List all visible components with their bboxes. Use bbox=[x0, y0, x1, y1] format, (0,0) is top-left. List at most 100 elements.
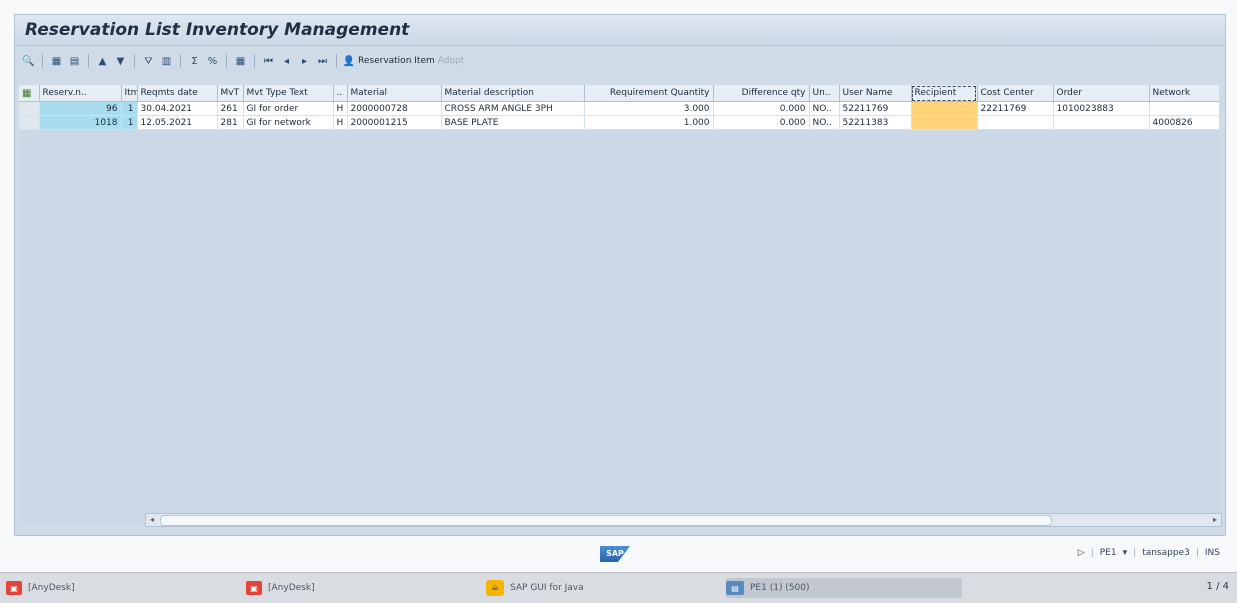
taskbar-item-sap-gui[interactable]: ☕ SAP GUI for Java bbox=[486, 578, 584, 598]
taskbar: ▣ [AnyDesk] ▣ [AnyDesk] ☕ SAP GUI for Ja… bbox=[0, 572, 1237, 603]
sort-descending-icon[interactable]: ▼ bbox=[113, 54, 128, 68]
scroll-right-icon[interactable]: ▸ bbox=[1209, 514, 1221, 526]
recipient-input[interactable] bbox=[911, 115, 978, 130]
details-icon[interactable]: 🔍 bbox=[21, 54, 36, 68]
column-header[interactable]: Mvt Type Text bbox=[243, 85, 334, 102]
column-header[interactable]: Material bbox=[347, 85, 442, 102]
deselect-all-icon[interactable]: ▤ bbox=[67, 54, 82, 68]
previous-page-icon[interactable]: ◂ bbox=[279, 54, 294, 68]
next-page-icon[interactable]: ▸ bbox=[297, 54, 312, 68]
taskbar-item-label: [AnyDesk] bbox=[268, 583, 315, 593]
title-bar: Reservation List Inventory Management bbox=[15, 15, 1225, 46]
scroll-left-icon[interactable]: ◂ bbox=[146, 514, 158, 526]
column-header[interactable]: Difference qty bbox=[713, 85, 810, 102]
status-separator: | bbox=[1195, 548, 1199, 558]
adopt-button[interactable]: Adopt bbox=[438, 56, 464, 66]
column-header[interactable]: .. bbox=[333, 85, 348, 102]
adopt-label: Adopt bbox=[437, 56, 465, 66]
table-row[interactable]: 1018 1 12.05.2021 281 GI for network H 2… bbox=[19, 115, 1219, 130]
toolbar-separator bbox=[180, 54, 181, 68]
table-settings-icon: ▦ bbox=[22, 87, 32, 99]
reservation-table: ▦ Reserv.n.. Itm Reqmts date MvT Mvt Typ… bbox=[19, 85, 1219, 130]
layout-icon[interactable]: ▦ bbox=[233, 54, 248, 68]
system-name: PE1 bbox=[1099, 548, 1117, 558]
column-header[interactable]: Network bbox=[1149, 85, 1219, 102]
table-cell[interactable] bbox=[1149, 101, 1219, 116]
taskbar-item-label: SAP GUI for Java bbox=[510, 583, 584, 593]
status-separator: | bbox=[1090, 548, 1094, 558]
table-cell[interactable]: NO.. bbox=[809, 101, 840, 116]
status-separator: | bbox=[1133, 548, 1137, 558]
toolbar-separator bbox=[226, 54, 227, 68]
column-header[interactable]: User Name bbox=[839, 85, 912, 102]
table-cell[interactable]: 0.000 bbox=[713, 101, 810, 116]
filter-icon[interactable]: ⛛ bbox=[141, 54, 156, 68]
table-header-row: ▦ Reserv.n.. Itm Reqmts date MvT Mvt Typ… bbox=[19, 85, 1219, 102]
column-header[interactable]: Material description bbox=[441, 85, 585, 102]
person-icon: 👤 bbox=[342, 55, 356, 67]
column-header[interactable]: MvT bbox=[217, 85, 244, 102]
workspace-pager[interactable]: 1 / 4 bbox=[1207, 581, 1229, 592]
reservation-item-button[interactable]: 👤 Reservation Item bbox=[343, 55, 435, 67]
table-cell[interactable]: 1010023883 bbox=[1053, 101, 1150, 116]
column-header[interactable]: Reserv.n.. bbox=[39, 85, 122, 102]
column-header[interactable]: Itm bbox=[121, 85, 138, 102]
table-cell[interactable]: 1 bbox=[121, 101, 138, 116]
recipient-input[interactable] bbox=[911, 101, 978, 116]
last-page-icon[interactable]: ⏭ bbox=[315, 54, 330, 68]
column-header[interactable]: Un.. bbox=[809, 85, 840, 102]
taskbar-item-pe1[interactable]: ▤ PE1 (1) (500) bbox=[726, 578, 962, 598]
table-cell[interactable] bbox=[977, 115, 1054, 130]
table-cell[interactable]: 52211383 bbox=[839, 115, 912, 130]
anydesk-icon: ▣ bbox=[6, 581, 22, 595]
table-cell[interactable]: BASE PLATE bbox=[441, 115, 585, 130]
table-cell[interactable]: 2000001215 bbox=[347, 115, 442, 130]
toolbar-separator bbox=[88, 54, 89, 68]
toolbar-separator bbox=[336, 54, 337, 68]
toolbar-separator bbox=[42, 54, 43, 68]
table-cell[interactable]: 3.000 bbox=[584, 101, 714, 116]
sap-logo: SAP bbox=[600, 546, 630, 562]
system-dropdown-icon[interactable]: ▾ bbox=[1123, 548, 1128, 558]
table-row[interactable]: 96 1 30.04.2021 261 GI for order H 20000… bbox=[19, 101, 1219, 116]
table-cell[interactable]: 1 bbox=[121, 115, 138, 130]
column-header[interactable]: Reqmts date bbox=[137, 85, 218, 102]
sort-ascending-icon[interactable]: ▲ bbox=[95, 54, 110, 68]
table-cell[interactable]: 281 bbox=[217, 115, 244, 130]
taskbar-item-anydesk-2[interactable]: ▣ [AnyDesk] bbox=[246, 578, 315, 598]
row-selector[interactable] bbox=[19, 101, 40, 116]
column-header[interactable]: Order bbox=[1053, 85, 1150, 102]
table-cell[interactable]: 0.000 bbox=[713, 115, 810, 130]
row-selector[interactable] bbox=[19, 115, 40, 130]
taskbar-item-anydesk-1[interactable]: ▣ [AnyDesk] bbox=[6, 578, 75, 598]
table-cell[interactable]: H bbox=[333, 115, 348, 130]
total-icon[interactable]: Σ bbox=[187, 54, 202, 68]
table-cell[interactable]: GI for network bbox=[243, 115, 334, 130]
table-cell[interactable]: GI for order bbox=[243, 101, 334, 116]
column-header[interactable]: Requirement Quantity bbox=[584, 85, 714, 102]
table-cell[interactable]: 22211769 bbox=[977, 101, 1054, 116]
table-cell[interactable]: 96 bbox=[39, 101, 122, 116]
table-cell[interactable]: 30.04.2021 bbox=[137, 101, 218, 116]
table-cell[interactable]: CROSS ARM ANGLE 3PH bbox=[441, 101, 585, 116]
table-cell[interactable] bbox=[1053, 115, 1150, 130]
expand-status-icon[interactable]: ▷ bbox=[1078, 548, 1085, 558]
column-header[interactable]: Recipient bbox=[911, 85, 978, 102]
table-cell[interactable]: 4000826 bbox=[1149, 115, 1219, 130]
table-cell[interactable]: H bbox=[333, 101, 348, 116]
table-cell[interactable]: 1.000 bbox=[584, 115, 714, 130]
table-cell[interactable]: 2000000728 bbox=[347, 101, 442, 116]
delete-filter-icon[interactable]: ▥ bbox=[159, 54, 174, 68]
row-selector-header[interactable]: ▦ bbox=[19, 85, 40, 102]
first-page-icon[interactable]: ⏮ bbox=[261, 54, 276, 68]
column-header[interactable]: Cost Center bbox=[977, 85, 1054, 102]
table-cell[interactable]: 1018 bbox=[39, 115, 122, 130]
subtotal-icon[interactable]: % bbox=[205, 54, 220, 68]
table-cell[interactable]: 12.05.2021 bbox=[137, 115, 218, 130]
table-cell[interactable]: NO.. bbox=[809, 115, 840, 130]
scrollbar-thumb[interactable] bbox=[160, 515, 1052, 526]
table-cell[interactable]: 261 bbox=[217, 101, 244, 116]
select-all-icon[interactable]: ▦ bbox=[49, 54, 64, 68]
horizontal-scrollbar[interactable]: ◂ ▸ bbox=[145, 513, 1222, 527]
table-cell[interactable]: 52211769 bbox=[839, 101, 912, 116]
